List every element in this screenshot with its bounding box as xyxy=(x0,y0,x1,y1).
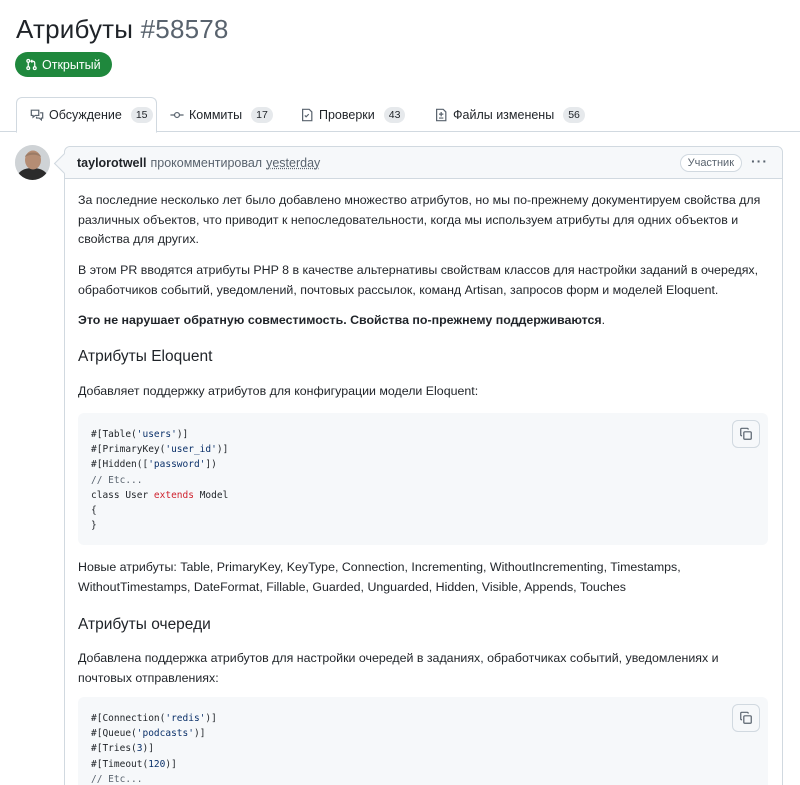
avatar[interactable] xyxy=(15,145,50,180)
comment-box: taylorotwell прокомментировал yesterday … xyxy=(64,146,783,785)
section-heading: Атрибуты Eloquent xyxy=(78,347,212,367)
comment-header: taylorotwell прокомментировал yesterday … xyxy=(65,147,782,179)
code-line: #[Table('users')] xyxy=(91,429,188,440)
author-avatar-icon xyxy=(15,145,50,180)
code-line: #[Timeout(120)] xyxy=(91,759,177,770)
copy-button[interactable] xyxy=(732,420,760,448)
paragraph: Добавлена поддержка атрибутов для настро… xyxy=(78,649,768,688)
git-pull-request-icon xyxy=(25,58,38,71)
section-heading: Атрибуты очереди xyxy=(78,615,211,635)
git-commit-icon xyxy=(170,108,184,122)
tab-counter: 15 xyxy=(131,107,153,123)
paragraph: Добавляет поддержку атрибутов для конфиг… xyxy=(78,382,768,402)
code-comment: // Etc... xyxy=(91,475,142,486)
tab-files-changed[interactable]: Файлы изменены 56 xyxy=(434,97,585,132)
code-line: #[Connection('redis')] xyxy=(91,713,217,724)
code-line: #[Queue('podcasts')] xyxy=(91,728,205,739)
pr-state-badge: Открытый xyxy=(15,52,112,77)
tab-conversation[interactable]: Обсуждение 15 xyxy=(16,97,157,133)
code-line: } xyxy=(91,520,97,531)
comment-action: прокомментировал xyxy=(150,156,262,170)
bold-text: Это не нарушает обратную совместимость. … xyxy=(78,313,602,327)
pr-title-text: Атрибуты xyxy=(16,14,133,44)
code-line: #[Hidden(['password']) xyxy=(91,459,217,470)
paragraph: За последние несколько лет было добавлен… xyxy=(78,191,768,250)
tab-label: Коммиты xyxy=(189,108,242,122)
tab-label: Проверки xyxy=(319,108,375,122)
tab-counter: 43 xyxy=(384,107,406,123)
pr-title: Атрибуты #58578 xyxy=(16,14,229,45)
tab-commits[interactable]: Коммиты 17 xyxy=(170,97,273,132)
comment-discussion-icon xyxy=(30,108,44,122)
paragraph-bold: Это не нарушает обратную совместимость. … xyxy=(78,311,768,331)
author-role-badge: Участник xyxy=(680,154,742,172)
copy-icon xyxy=(739,427,753,441)
copy-icon xyxy=(739,711,753,725)
code-line: class User extends Model xyxy=(91,490,228,501)
paragraph: Новые атрибуты: Table, PrimaryKey, KeyTy… xyxy=(78,558,768,597)
pr-header: Атрибуты #58578 xyxy=(16,14,229,45)
code-comment: // Etc... xyxy=(91,774,142,785)
period: . xyxy=(602,313,605,327)
tab-label: Обсуждение xyxy=(49,108,122,122)
tab-checks[interactable]: Проверки 43 xyxy=(300,97,405,132)
pr-number: #58578 xyxy=(141,14,229,44)
checklist-icon xyxy=(300,108,314,122)
code-line: #[PrimaryKey('user_id')] xyxy=(91,444,228,455)
copy-button[interactable] xyxy=(732,704,760,732)
file-diff-icon xyxy=(434,108,448,122)
comment-time[interactable]: yesterday xyxy=(266,156,320,170)
code-line: { xyxy=(91,505,97,516)
code-block: #[Table('users')] #[PrimaryKey('user_id'… xyxy=(78,413,768,545)
paragraph: В этом PR вводятся атрибуты PHP 8 в каче… xyxy=(78,261,768,300)
code-block: #[Connection('redis')] #[Queue('podcasts… xyxy=(78,697,768,785)
pr-state-label: Открытый xyxy=(42,58,101,72)
code-line: #[Tries(3)] xyxy=(91,743,154,754)
tab-label: Файлы изменены xyxy=(453,108,554,122)
tab-counter: 56 xyxy=(563,107,585,123)
kebab-menu-icon[interactable]: ··· xyxy=(751,153,768,169)
comment-author[interactable]: taylorotwell xyxy=(77,156,146,170)
tab-counter: 17 xyxy=(251,107,273,123)
pr-tabs: Обсуждение 15 Коммиты 17 Проверки 43 Фай… xyxy=(0,97,800,132)
